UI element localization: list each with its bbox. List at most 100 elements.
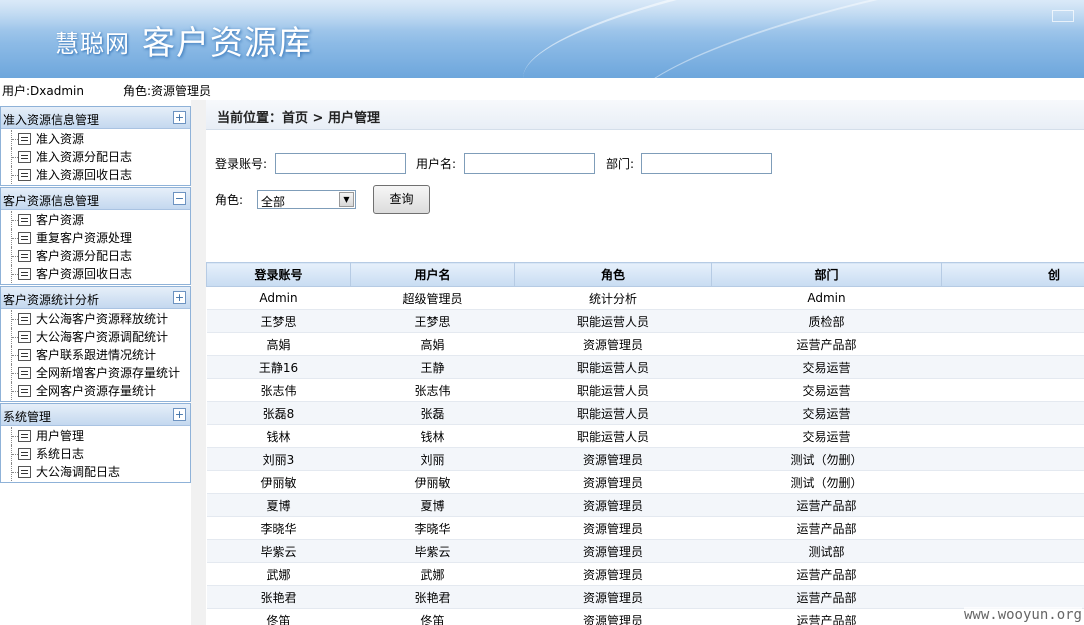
page-icon (18, 232, 31, 244)
table-cell: 资源管理员 (514, 539, 712, 563)
sidebar-item[interactable]: 准入资源分配日志 (1, 148, 190, 166)
table-cell: 李晓华 (206, 516, 351, 540)
table-cell: 运营产品部 (711, 516, 942, 540)
sidebar-item[interactable]: 用户管理 (1, 427, 190, 445)
department-input[interactable] (641, 153, 772, 174)
page-icon (18, 331, 31, 343)
sidebar-item[interactable]: 重复客户资源处理 (1, 229, 190, 247)
table-cell: 佟笛 (206, 608, 351, 625)
role-label: 角色: (215, 193, 244, 207)
nav-group-header[interactable]: 客户资源统计分析 + (1, 287, 190, 309)
sidebar-item-label: 大公海调配日志 (36, 465, 121, 479)
tree-line (11, 346, 18, 364)
tree-line (11, 148, 18, 166)
table-cell: 统计分析 (514, 286, 712, 310)
table-cell: Admin (206, 286, 351, 310)
table-row[interactable]: 伊丽敏伊丽敏资源管理员测试（勿删）2013-7- (206, 470, 1084, 494)
tree-line (11, 229, 18, 247)
expand-icon[interactable]: + (173, 111, 186, 124)
table-cell: 职能运营人员 (514, 424, 712, 448)
table-cell: 运营产品部 (711, 332, 942, 356)
nav-group-header[interactable]: 客户资源信息管理 − (1, 188, 190, 210)
sidebar-item[interactable]: 大公海客户资源释放统计 (1, 310, 190, 328)
current-user: 用户:Dxadmin (2, 84, 84, 98)
table-cell: 2012-12- (941, 585, 1084, 609)
sidebar-item[interactable]: 系统日志 (1, 445, 190, 463)
table-cell: 2013-11- (941, 332, 1084, 356)
column-header[interactable]: 角色 (514, 262, 712, 287)
login-account-input[interactable] (275, 153, 406, 174)
table-cell: 张志伟 (206, 378, 351, 402)
sidebar-item[interactable]: 全网新增客户资源存量统计 (1, 364, 190, 382)
chevron-down-icon[interactable]: ▼ (339, 192, 354, 207)
sidebar-item-label: 用户管理 (36, 429, 85, 443)
table-row[interactable]: 高娟高娟资源管理员运营产品部2013-11- (206, 332, 1084, 356)
table-row[interactable]: 夏博夏博资源管理员运营产品部2013-3- (206, 493, 1084, 517)
table-cell: 交易运营 (711, 355, 942, 379)
table-row[interactable]: 李晓华李晓华资源管理员运营产品部2013-3- (206, 516, 1084, 540)
table-row[interactable]: 张艳君张艳君资源管理员运营产品部2012-12- (206, 585, 1084, 609)
table-cell: 张磊8 (206, 401, 351, 425)
table-cell: 资源管理员 (514, 332, 712, 356)
table-cell: 2013-3- (941, 493, 1084, 517)
table-cell: 伊丽敏 (350, 470, 515, 494)
table-cell: 资源管理员 (514, 516, 712, 540)
sidebar: 准入资源信息管理 + 准入资源 准入资源分配日志 准入资源回收日志 客户资源信息管理 − 客户… (0, 106, 191, 484)
table-row[interactable]: 张志伟张志伟职能运营人员交易运营2013-11- (206, 378, 1084, 402)
sidebar-item[interactable]: 客户资源 (1, 211, 190, 229)
query-button[interactable]: 查询 (373, 185, 430, 214)
table-cell: 刘丽3 (206, 447, 351, 471)
username-input[interactable] (464, 153, 595, 174)
table-cell: 资源管理员 (514, 447, 712, 471)
page-icon (18, 250, 31, 262)
department-label: 部门: (606, 157, 635, 171)
table-cell: 张志伟 (350, 378, 515, 402)
table-row[interactable]: 张磊8张磊职能运营人员交易运营2013-11- (206, 401, 1084, 425)
table-row[interactable]: 王梦思王梦思职能运营人员质检部2013-12- (206, 309, 1084, 333)
table-row[interactable]: 钱林钱林职能运营人员交易运营2013-11- (206, 424, 1084, 448)
table-cell: 资源管理员 (514, 585, 712, 609)
breadcrumb-text: 当前位置：首页 > 用户管理 (217, 111, 380, 126)
table-cell: 伊丽敏 (206, 470, 351, 494)
sidebar-item[interactable]: 客户资源分配日志 (1, 247, 190, 265)
sidebar-item-label: 系统日志 (36, 447, 85, 461)
column-header[interactable]: 用户名 (350, 262, 515, 287)
table-row[interactable]: 佟笛佟笛资源管理员运营产品部2012-10- (206, 608, 1084, 625)
nav-group-header[interactable]: 系统管理 + (1, 404, 190, 426)
table-cell: 张艳君 (206, 585, 351, 609)
table-header-row: 登录账号 用户名 角色 部门创 (206, 262, 1084, 287)
sidebar-item[interactable]: 准入资源 (1, 130, 190, 148)
nav-group-header[interactable]: 准入资源信息管理 + (1, 107, 190, 129)
nav-group: 客户资源统计分析 + 大公海客户资源释放统计大公海客户资源调配统计 客户联系跟进情况统… (0, 286, 191, 402)
column-header[interactable]: 创 (941, 262, 1084, 287)
sidebar-item[interactable]: 全网客户资源存量统计 (1, 382, 190, 400)
table-row[interactable]: 毕紫云毕紫云资源管理员测试部2013-3 (206, 539, 1084, 563)
collapse-icon[interactable]: − (173, 192, 186, 205)
column-header[interactable]: 部门 (711, 262, 942, 287)
table-row[interactable]: 刘丽3刘丽资源管理员测试（勿删）2013-7- (206, 447, 1084, 471)
table-cell: 2013-12- (941, 309, 1084, 333)
sidebar-item-label: 大公海客户资源释放统计 (36, 312, 169, 326)
sidebar-item[interactable]: 准入资源回收日志 (1, 166, 190, 184)
header-banner: 慧聪网 客户资源库 (0, 0, 1084, 78)
sidebar-item[interactable]: 大公海客户资源调配统计 (1, 328, 190, 346)
expand-icon[interactable]: + (173, 408, 186, 421)
sidebar-gutter (191, 100, 206, 625)
expand-icon[interactable]: + (173, 291, 186, 304)
column-header[interactable]: 登录账号 (206, 262, 351, 287)
sidebar-item[interactable]: 客户联系跟进情况统计 (1, 346, 190, 364)
table-cell: 资源管理员 (514, 608, 712, 625)
table-row[interactable]: 武娜武娜资源管理员运营产品部2013-2- (206, 562, 1084, 586)
tree-line (11, 445, 18, 463)
table-row[interactable]: Admin超级管理员统计分析Admin2014-2- (206, 286, 1084, 310)
tree-line (11, 211, 18, 229)
table-cell: 质检部 (711, 309, 942, 333)
role-select[interactable]: 全部 ▼ (257, 190, 356, 209)
table-cell: 钱林 (206, 424, 351, 448)
table-row[interactable]: 王静16王静职能运营人员交易运营2013-11- (206, 355, 1084, 379)
sidebar-item[interactable]: 大公海调配日志 (1, 463, 190, 481)
table-cell: 李晓华 (350, 516, 515, 540)
table-cell: 武娜 (206, 562, 351, 586)
tree-line (11, 247, 18, 265)
sidebar-item[interactable]: 客户资源回收日志 (1, 265, 190, 283)
